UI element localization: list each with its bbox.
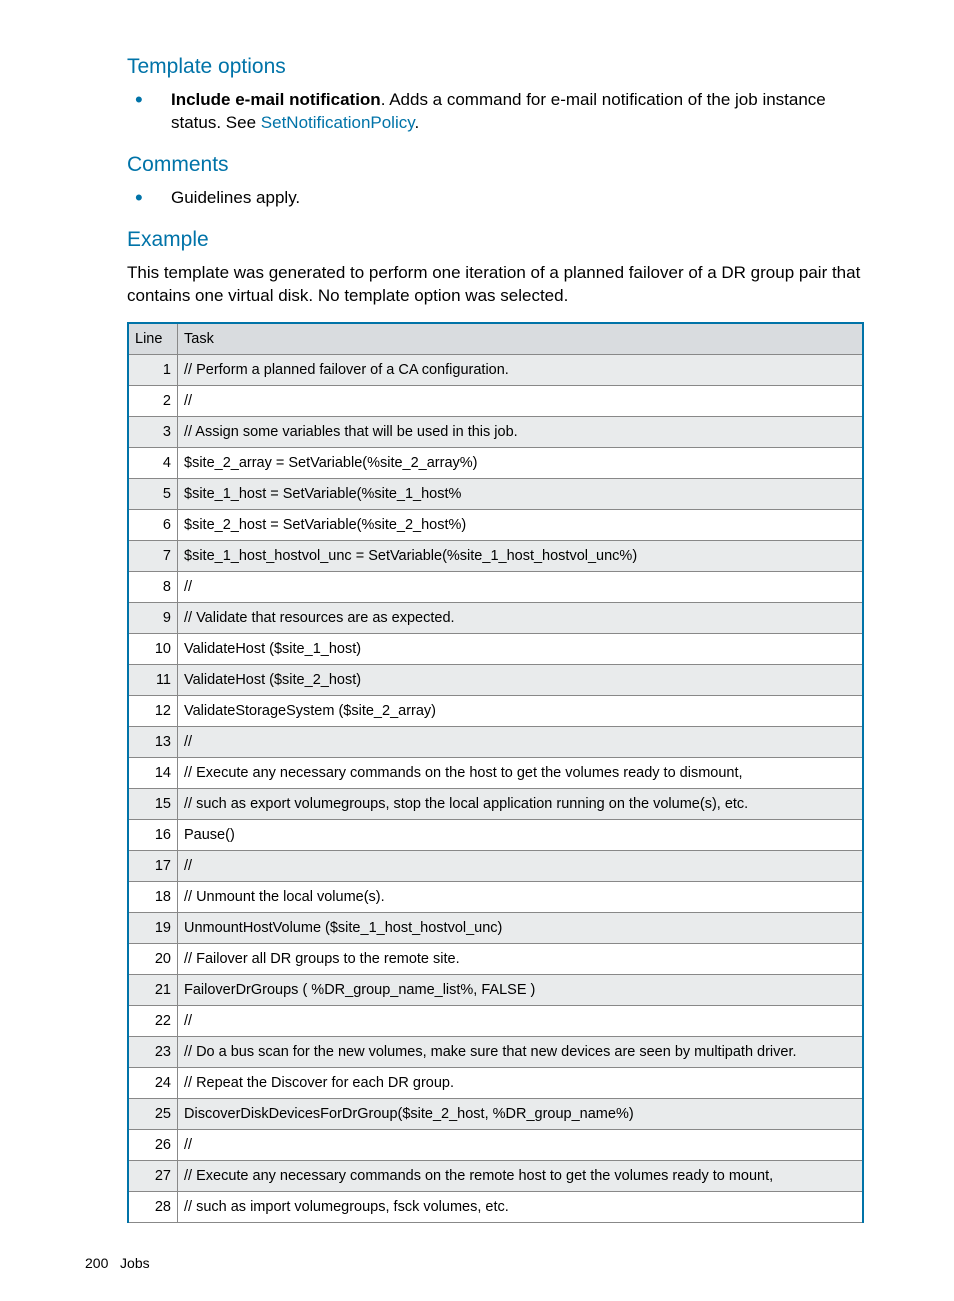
- set-notification-policy-link[interactable]: SetNotificationPolicy: [261, 113, 415, 132]
- table-row: 15// such as export volumegroups, stop t…: [128, 788, 863, 819]
- line-cell: 22: [128, 1005, 178, 1036]
- line-cell: 15: [128, 788, 178, 819]
- line-cell: 14: [128, 757, 178, 788]
- task-cell: // Unmount the local volume(s).: [178, 881, 864, 912]
- line-cell: 11: [128, 664, 178, 695]
- table-header-task: Task: [178, 323, 864, 355]
- table-row: 18// Unmount the local volume(s).: [128, 881, 863, 912]
- table-row: 9// Validate that resources are as expec…: [128, 602, 863, 633]
- line-cell: 9: [128, 602, 178, 633]
- line-cell: 7: [128, 540, 178, 571]
- task-cell: // Execute any necessary commands on the…: [178, 757, 864, 788]
- line-cell: 26: [128, 1129, 178, 1160]
- table-row: 12ValidateStorageSystem ($site_2_array): [128, 695, 863, 726]
- line-cell: 17: [128, 850, 178, 881]
- table-row: 22//: [128, 1005, 863, 1036]
- line-cell: 19: [128, 912, 178, 943]
- line-cell: 28: [128, 1191, 178, 1222]
- line-cell: 12: [128, 695, 178, 726]
- table-row: 2//: [128, 385, 863, 416]
- table-row: 26//: [128, 1129, 863, 1160]
- task-cell: // such as export volumegroups, stop the…: [178, 788, 864, 819]
- task-cell: $site_2_array = SetVariable(%site_2_arra…: [178, 447, 864, 478]
- example-body: This template was generated to perform o…: [127, 262, 864, 308]
- table-row: 25DiscoverDiskDevicesForDrGroup($site_2_…: [128, 1098, 863, 1129]
- table-row: 16Pause(): [128, 819, 863, 850]
- table-row: 3// Assign some variables that will be u…: [128, 416, 863, 447]
- task-cell: ValidateStorageSystem ($site_2_array): [178, 695, 864, 726]
- template-options-heading: Template options: [127, 55, 864, 79]
- task-cell: $site_2_host = SetVariable(%site_2_host%…: [178, 509, 864, 540]
- task-cell: FailoverDrGroups ( %DR_group_name_list%,…: [178, 974, 864, 1005]
- task-cell: ValidateHost ($site_1_host): [178, 633, 864, 664]
- table-row: 6$site_2_host = SetVariable(%site_2_host…: [128, 509, 863, 540]
- task-cell: // Perform a planned failover of a CA co…: [178, 354, 864, 385]
- table-row: 17//: [128, 850, 863, 881]
- page-number: 200: [85, 1255, 108, 1271]
- table-header-line: Line: [128, 323, 178, 355]
- line-cell: 23: [128, 1036, 178, 1067]
- task-cell: // Repeat the Discover for each DR group…: [178, 1067, 864, 1098]
- example-heading: Example: [127, 228, 864, 252]
- task-cell: Pause(): [178, 819, 864, 850]
- line-cell: 6: [128, 509, 178, 540]
- line-cell: 24: [128, 1067, 178, 1098]
- table-row: 8//: [128, 571, 863, 602]
- table-row: 28// such as import volumegroups, fsck v…: [128, 1191, 863, 1222]
- task-cell: //: [178, 850, 864, 881]
- task-cell: //: [178, 385, 864, 416]
- table-row: 21FailoverDrGroups ( %DR_group_name_list…: [128, 974, 863, 1005]
- task-cell: DiscoverDiskDevicesForDrGroup($site_2_ho…: [178, 1098, 864, 1129]
- task-cell: UnmountHostVolume ($site_1_host_hostvol_…: [178, 912, 864, 943]
- task-cell: // Failover all DR groups to the remote …: [178, 943, 864, 974]
- template-options-bullet: Include e-mail notification. Adds a comm…: [127, 89, 864, 135]
- task-cell: //: [178, 571, 864, 602]
- line-cell: 25: [128, 1098, 178, 1129]
- task-cell: $site_1_host_hostvol_unc = SetVariable(%…: [178, 540, 864, 571]
- line-cell: 10: [128, 633, 178, 664]
- table-row: 10ValidateHost ($site_1_host): [128, 633, 863, 664]
- table-row: 11ValidateHost ($site_2_host): [128, 664, 863, 695]
- table-row: 23// Do a bus scan for the new volumes, …: [128, 1036, 863, 1067]
- table-row: 19UnmountHostVolume ($site_1_host_hostvo…: [128, 912, 863, 943]
- line-cell: 27: [128, 1160, 178, 1191]
- table-row: 13//: [128, 726, 863, 757]
- line-cell: 2: [128, 385, 178, 416]
- task-cell: $site_1_host = SetVariable(%site_1_host%: [178, 478, 864, 509]
- line-cell: 16: [128, 819, 178, 850]
- page-footer: 200 Jobs: [85, 1255, 864, 1271]
- line-cell: 8: [128, 571, 178, 602]
- line-cell: 18: [128, 881, 178, 912]
- table-row: 4$site_2_array = SetVariable(%site_2_arr…: [128, 447, 863, 478]
- table-row: 24// Repeat the Discover for each DR gro…: [128, 1067, 863, 1098]
- comments-heading: Comments: [127, 153, 864, 177]
- task-cell: ValidateHost ($site_2_host): [178, 664, 864, 695]
- bullet-bold-label: Include e-mail notification: [171, 90, 381, 109]
- task-table: Line Task 1// Perform a planned failover…: [127, 322, 864, 1223]
- task-cell: //: [178, 726, 864, 757]
- task-cell: // Validate that resources are as expect…: [178, 602, 864, 633]
- line-cell: 21: [128, 974, 178, 1005]
- line-cell: 4: [128, 447, 178, 478]
- task-cell: // Execute any necessary commands on the…: [178, 1160, 864, 1191]
- table-row: 27// Execute any necessary commands on t…: [128, 1160, 863, 1191]
- bullet-text-2: .: [414, 113, 419, 132]
- line-cell: 1: [128, 354, 178, 385]
- task-cell: //: [178, 1005, 864, 1036]
- task-cell: // such as import volumegroups, fsck vol…: [178, 1191, 864, 1222]
- table-row: 5$site_1_host = SetVariable(%site_1_host…: [128, 478, 863, 509]
- line-cell: 5: [128, 478, 178, 509]
- footer-section: Jobs: [120, 1255, 150, 1271]
- line-cell: 20: [128, 943, 178, 974]
- comments-bullet: Guidelines apply.: [127, 187, 864, 210]
- table-row: 7$site_1_host_hostvol_unc = SetVariable(…: [128, 540, 863, 571]
- table-row: 14// Execute any necessary commands on t…: [128, 757, 863, 788]
- table-row: 1// Perform a planned failover of a CA c…: [128, 354, 863, 385]
- line-cell: 13: [128, 726, 178, 757]
- table-row: 20// Failover all DR groups to the remot…: [128, 943, 863, 974]
- task-cell: //: [178, 1129, 864, 1160]
- task-cell: // Do a bus scan for the new volumes, ma…: [178, 1036, 864, 1067]
- task-cell: // Assign some variables that will be us…: [178, 416, 864, 447]
- line-cell: 3: [128, 416, 178, 447]
